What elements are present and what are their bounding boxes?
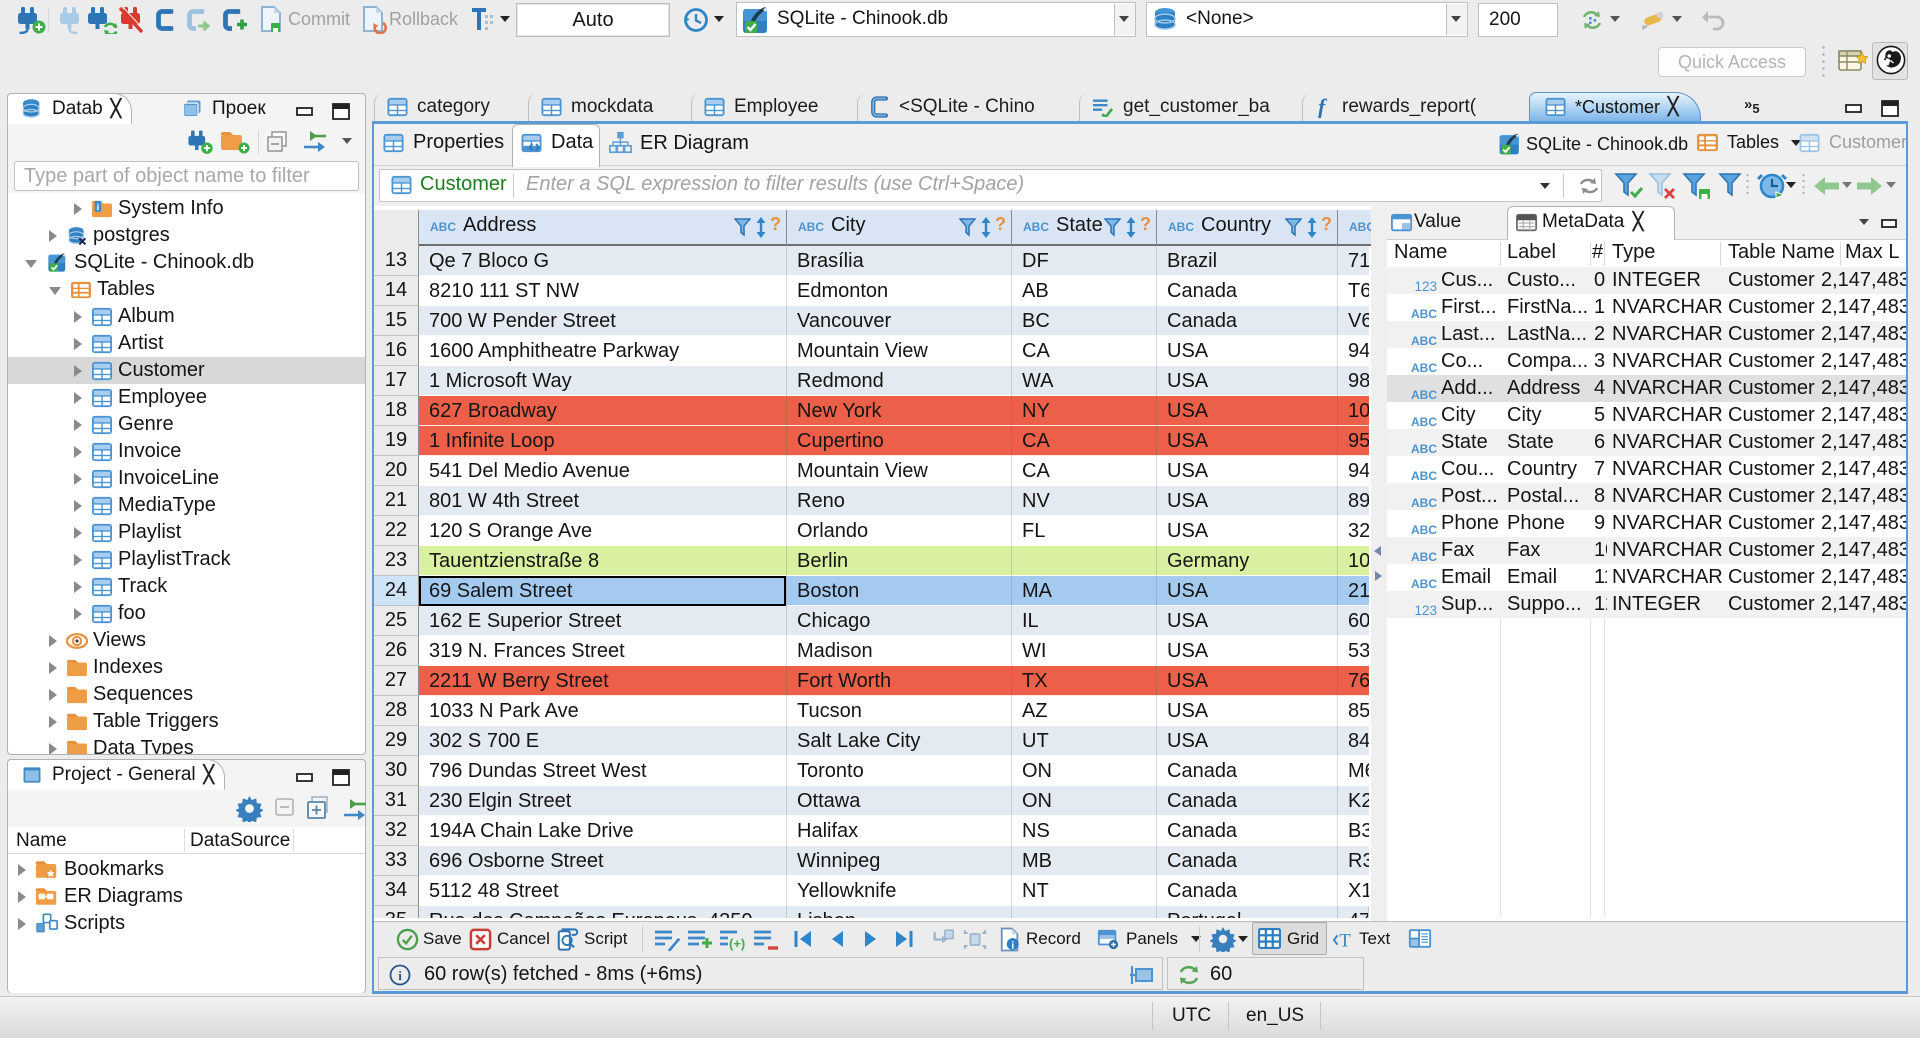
svg-text:f: f bbox=[1318, 96, 1328, 118]
svg-text:i: i bbox=[398, 968, 402, 983]
svg-text:T: T bbox=[1339, 930, 1350, 950]
svg-text:(+): (+) bbox=[729, 936, 745, 951]
svg-text:i: i bbox=[1011, 941, 1014, 952]
